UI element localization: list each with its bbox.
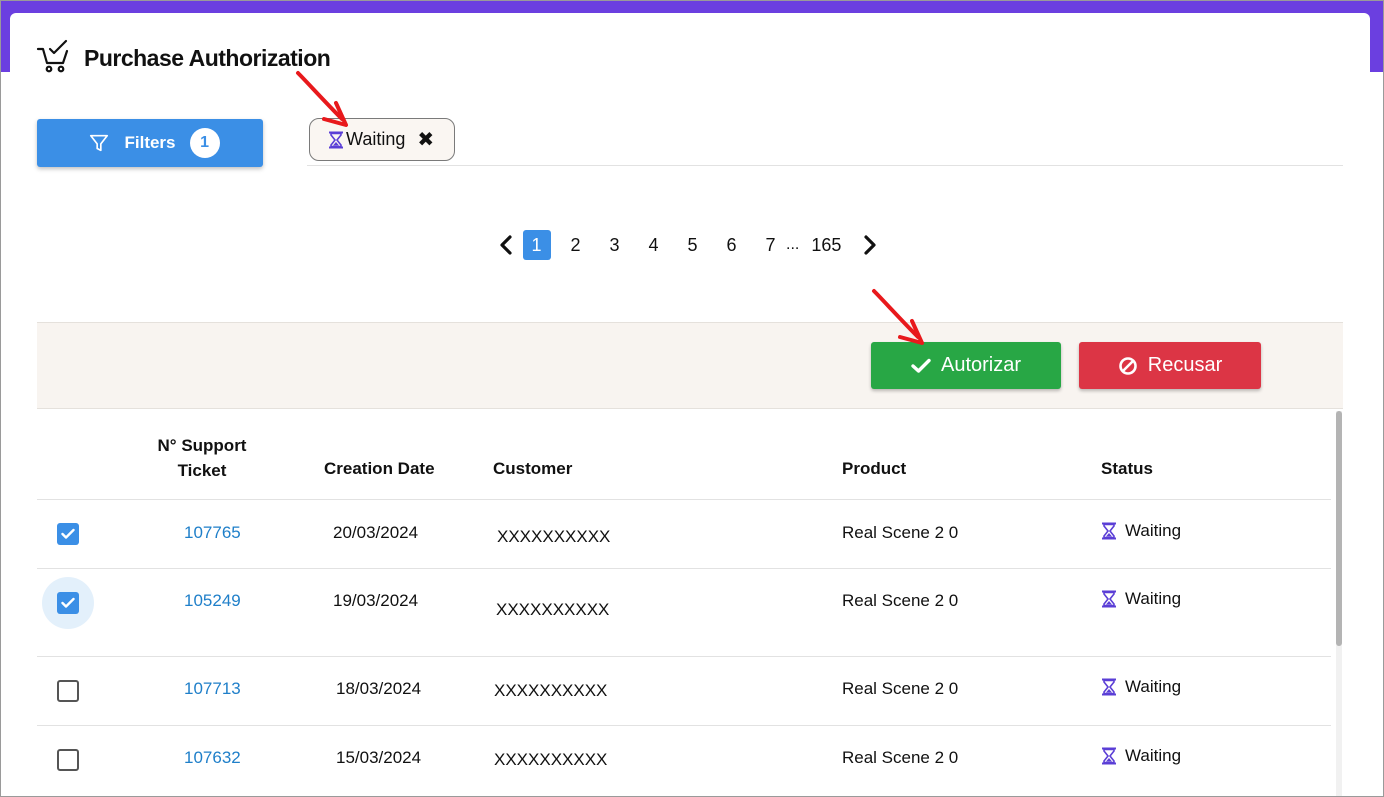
scrollbar-thumb[interactable] bbox=[1336, 411, 1342, 646]
hourglass-icon bbox=[329, 131, 343, 148]
refuse-label: Recusar bbox=[1147, 354, 1223, 376]
customer-name: XXXXXXXXXX bbox=[494, 750, 608, 769]
creation-date: 20/03/2024 bbox=[333, 523, 419, 542]
funnel-icon bbox=[90, 134, 109, 152]
column-header-ticket[interactable]: N° Support Ticket bbox=[144, 433, 260, 483]
check-icon bbox=[911, 358, 931, 373]
page-3[interactable]: 3 bbox=[601, 230, 629, 260]
ticket-link[interactable]: 105249 bbox=[184, 591, 241, 611]
page-7[interactable]: 7 bbox=[757, 230, 785, 260]
product-name: Real Scene 2 0 bbox=[842, 679, 959, 698]
table-row[interactable]: 107765 20/03/2024 XXXXXXXXXX Real Scene … bbox=[37, 500, 1331, 569]
ban-icon bbox=[1118, 356, 1137, 375]
status-label: Waiting bbox=[1125, 746, 1182, 765]
status-badge: Waiting bbox=[1101, 746, 1181, 766]
hourglass-icon bbox=[1102, 522, 1116, 540]
table-row[interactable]: 105249 19/03/2024 XXXXXXXXXX Real Scene … bbox=[37, 569, 1331, 657]
divider bbox=[307, 165, 1343, 166]
creation-date: 19/03/2024 bbox=[333, 591, 419, 610]
column-header-product[interactable]: Product bbox=[842, 459, 906, 479]
page-last[interactable]: 165 bbox=[811, 235, 841, 256]
hourglass-icon bbox=[1102, 678, 1116, 696]
customer-name: XXXXXXXXXX bbox=[494, 681, 608, 700]
page-card: Purchase Authorization Filters 1 Waiting… bbox=[10, 13, 1370, 797]
status-label: Waiting bbox=[1125, 589, 1182, 608]
status-badge: Waiting bbox=[1101, 677, 1181, 697]
status-badge: Waiting bbox=[1101, 521, 1181, 541]
column-header-status[interactable]: Status bbox=[1101, 459, 1153, 479]
creation-date: 15/03/2024 bbox=[336, 748, 422, 767]
product-name: Real Scene 2 0 bbox=[842, 591, 959, 610]
page-6[interactable]: 6 bbox=[718, 230, 746, 260]
pagination-ellipsis: ... bbox=[786, 236, 800, 253]
action-bar: Autorizar Recusar bbox=[37, 322, 1343, 409]
column-header-ticket-line1: N° Support bbox=[157, 436, 247, 455]
cart-check-icon bbox=[36, 39, 69, 73]
filters-label: Filters bbox=[124, 133, 176, 152]
ticket-link[interactable]: 107713 bbox=[184, 679, 241, 699]
customer-name: XXXXXXXXXX bbox=[496, 600, 610, 619]
customer-name: XXXXXXXXXX bbox=[497, 527, 611, 546]
row-checkbox[interactable] bbox=[57, 592, 79, 614]
authorization-table: N° Support Ticket Creation Date Customer… bbox=[37, 409, 1331, 795]
check-icon bbox=[61, 597, 75, 608]
filter-chip-waiting: Waiting ✖ bbox=[309, 118, 455, 161]
row-checkbox[interactable] bbox=[57, 749, 79, 771]
status-label: Waiting bbox=[1125, 521, 1182, 540]
column-header-creation-date[interactable]: Creation Date bbox=[324, 459, 435, 479]
product-name: Real Scene 2 0 bbox=[842, 748, 959, 767]
product-name: Real Scene 2 0 bbox=[842, 523, 959, 542]
column-header-ticket-line2: Ticket bbox=[177, 461, 227, 480]
authorize-button[interactable]: Autorizar bbox=[871, 342, 1061, 389]
filters-button[interactable]: Filters 1 bbox=[37, 119, 263, 167]
pagination: 1 2 3 4 5 6 7 ... 165 bbox=[495, 229, 881, 261]
status-badge: Waiting bbox=[1101, 589, 1181, 609]
page-4[interactable]: 4 bbox=[640, 230, 668, 260]
ticket-link[interactable]: 107632 bbox=[184, 748, 241, 768]
refuse-button[interactable]: Recusar bbox=[1079, 342, 1261, 389]
hourglass-icon bbox=[1102, 747, 1116, 765]
filters-count-badge: 1 bbox=[189, 128, 220, 158]
status-label: Waiting bbox=[1125, 677, 1182, 696]
table-header: N° Support Ticket Creation Date Customer… bbox=[37, 409, 1331, 500]
hourglass-icon bbox=[1102, 590, 1116, 608]
ticket-link[interactable]: 107765 bbox=[184, 523, 241, 543]
column-header-customer[interactable]: Customer bbox=[493, 459, 572, 479]
table-row[interactable]: 107632 15/03/2024 XXXXXXXXXX Real Scene … bbox=[37, 726, 1331, 795]
authorize-label: Autorizar bbox=[940, 354, 1022, 376]
page-2[interactable]: 2 bbox=[562, 230, 590, 260]
chevron-left-icon[interactable] bbox=[495, 234, 517, 256]
table-row[interactable]: 107713 18/03/2024 XXXXXXXXXX Real Scene … bbox=[37, 657, 1331, 726]
check-icon bbox=[61, 528, 75, 539]
close-icon[interactable]: ✖ bbox=[417, 130, 434, 150]
page-title: Purchase Authorization bbox=[84, 45, 331, 71]
row-checkbox[interactable] bbox=[57, 680, 79, 702]
creation-date: 18/03/2024 bbox=[336, 679, 422, 698]
chevron-right-icon[interactable] bbox=[859, 234, 881, 256]
page-1[interactable]: 1 bbox=[522, 230, 551, 260]
filter-chip-label: Waiting bbox=[346, 129, 406, 149]
page-5[interactable]: 5 bbox=[679, 230, 707, 260]
row-checkbox[interactable] bbox=[57, 523, 79, 545]
